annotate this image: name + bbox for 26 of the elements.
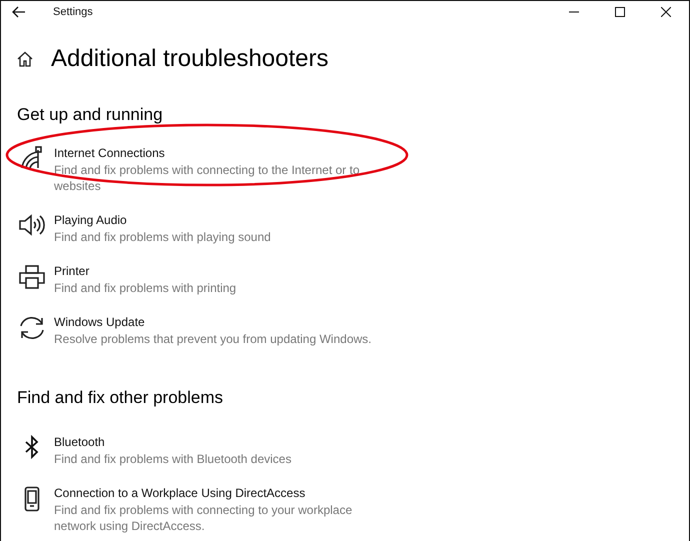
close-icon	[661, 7, 671, 17]
troubleshooter-description: Find and fix problems with printing	[54, 280, 238, 296]
section-heading: Get up and running	[17, 105, 164, 125]
troubleshooter-description: Find and fix problems with connecting to your workplace network using DirectAccess.	[54, 502, 354, 534]
window-title: Settings	[53, 6, 94, 18]
troubleshooter-title[interactable]: Playing Audio	[54, 212, 394, 229]
section-heading: Find and fix other problems	[17, 388, 224, 408]
troubleshooter-description: Find and fix problems with connecting to the Internet or to websites	[54, 162, 361, 194]
troubleshooter-title[interactable]: Bluetooth	[54, 434, 394, 451]
back-arrow-icon	[12, 6, 26, 18]
refresh-icon	[18, 315, 46, 341]
troubleshooter-title[interactable]: Windows Update	[54, 314, 394, 331]
speaker-icon	[18, 213, 46, 237]
bluetooth-icon	[24, 435, 40, 459]
troubleshooter-title[interactable]: Internet Connections	[54, 145, 394, 162]
home-icon	[17, 51, 33, 67]
minimize-icon	[569, 11, 579, 13]
troubleshooter-title[interactable]: Printer	[54, 263, 394, 280]
phone-icon	[24, 486, 40, 512]
troubleshooter-description: Resolve problems that prevent you from updating Windows.	[54, 331, 372, 347]
maximize-icon	[615, 7, 625, 17]
troubleshooter-title[interactable]: Connection to a Workplace Using DirectAccess	[54, 485, 394, 502]
printer-icon	[18, 264, 46, 290]
page-title: Additional troubleshooters	[51, 45, 329, 73]
troubleshooter-description: Find and fix problems with Bluetooth devices	[54, 451, 292, 467]
troubleshooter-description: Find and fix problems with playing sound	[54, 229, 272, 245]
